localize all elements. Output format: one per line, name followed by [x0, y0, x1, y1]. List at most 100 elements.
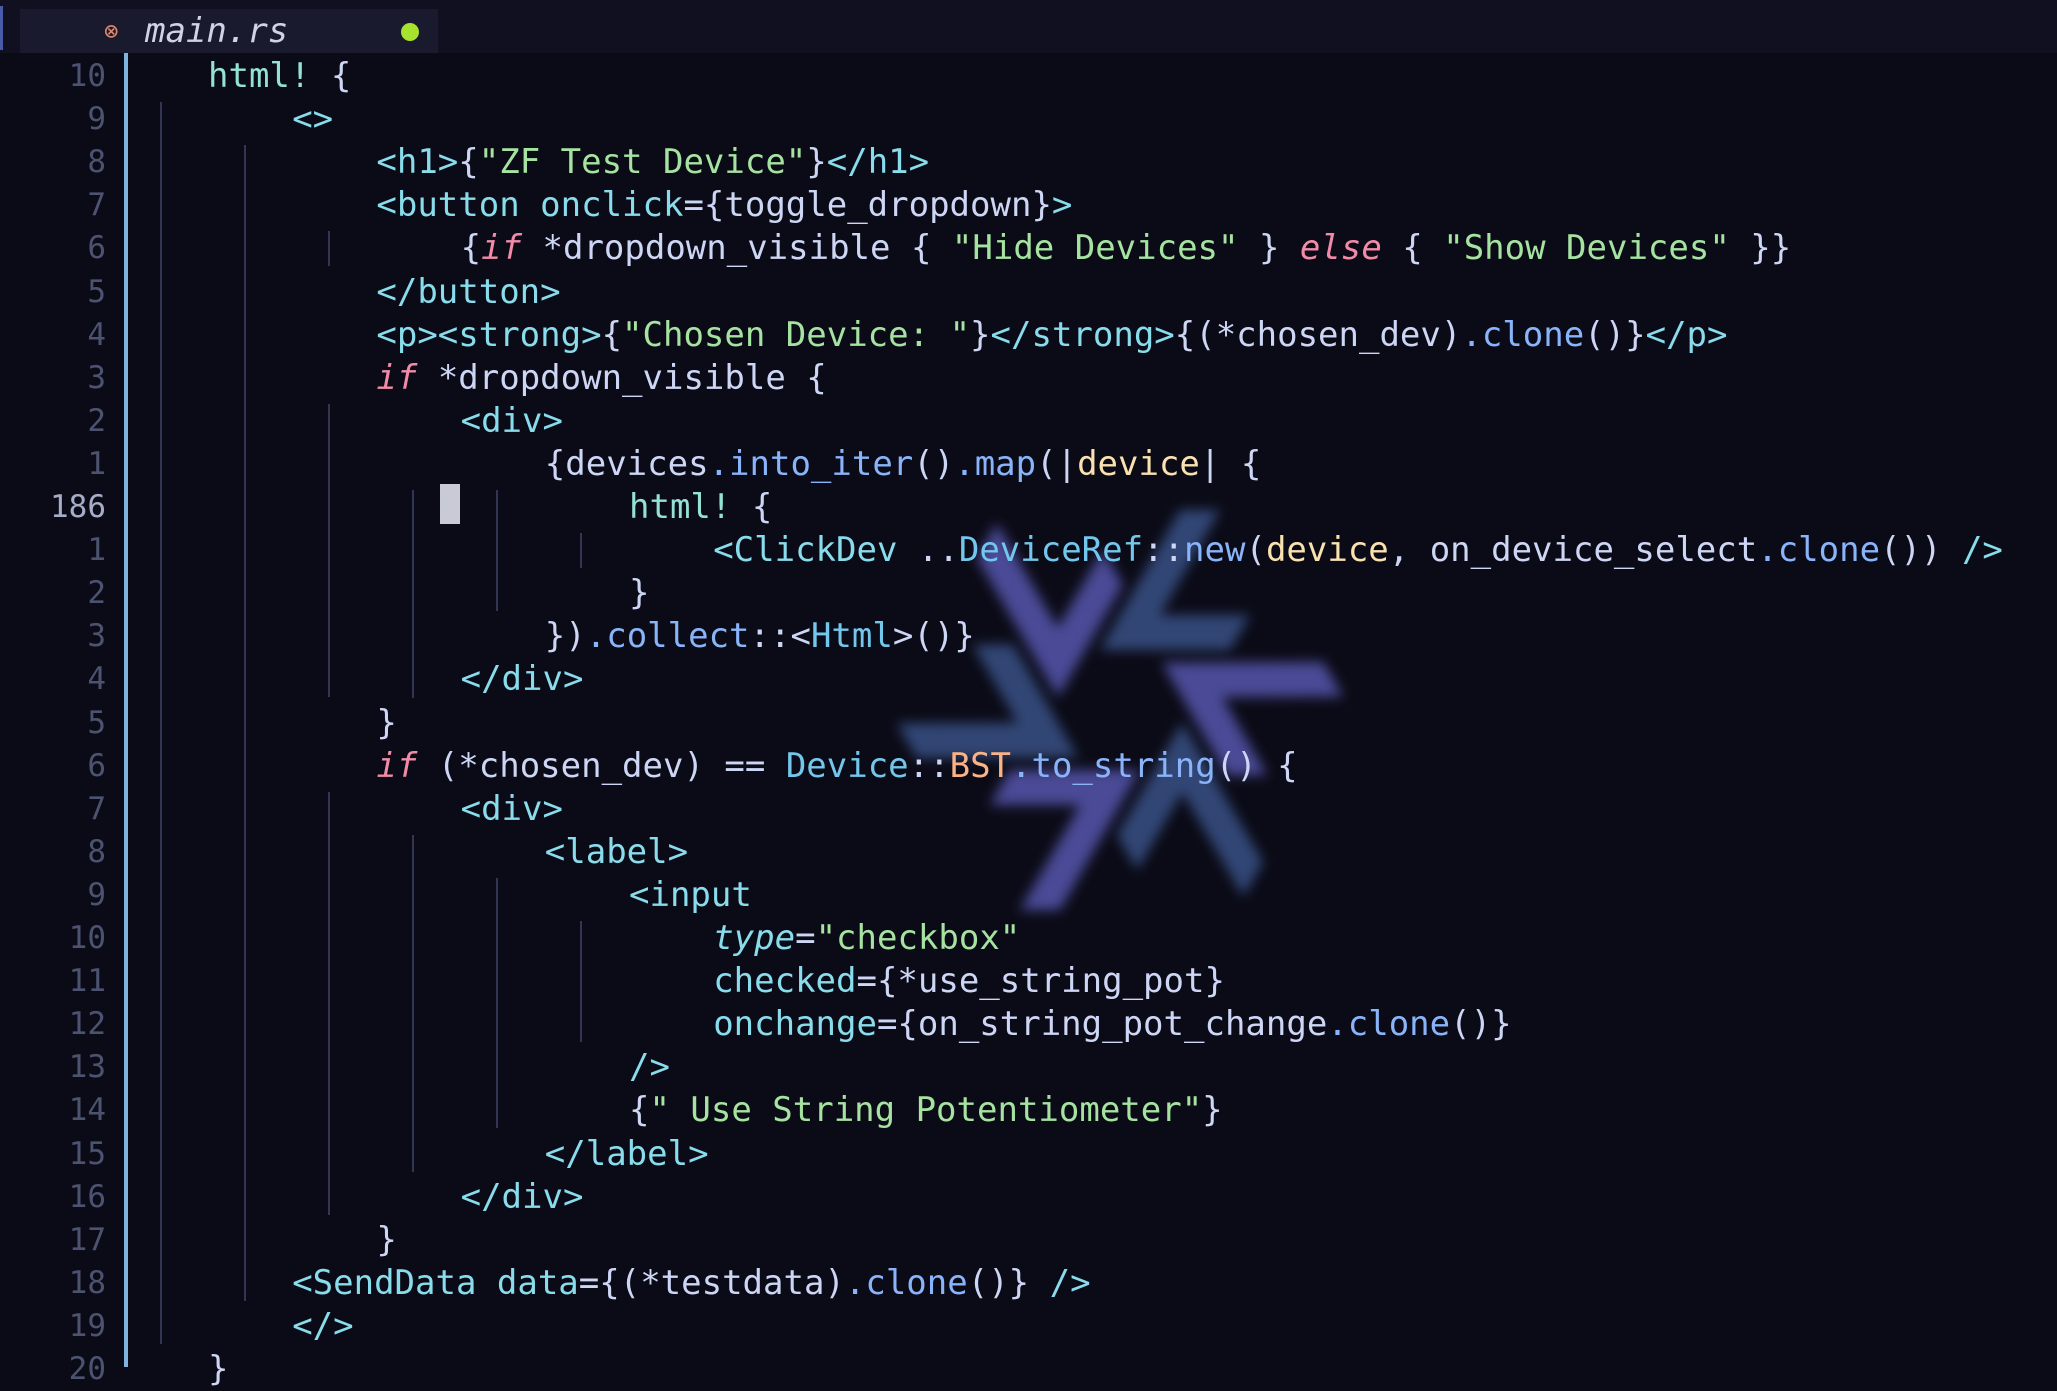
code-token: ={(*testdata) [578, 1262, 845, 1303]
indent-guide [580, 533, 582, 569]
code-line[interactable]: if (*chosen_dev) == Device::BST.to_strin… [376, 745, 1297, 788]
line-number: 12 [68, 1006, 106, 1043]
code-token: /> [1049, 1262, 1091, 1303]
line-number: 19 [68, 1307, 106, 1344]
code-token: </strong> [990, 314, 1175, 355]
code-token: </button> [376, 271, 561, 312]
code-token: } [629, 573, 650, 614]
code-token: (| [1036, 443, 1078, 484]
code-token: /> [629, 1047, 670, 1088]
tab-main-rs[interactable]: ⊗ main.rs [20, 9, 438, 53]
code-line[interactable]: </> [292, 1305, 353, 1348]
modified-indicator [401, 23, 419, 41]
code-token: </> [292, 1305, 354, 1346]
code-token: } [806, 142, 827, 183]
code-line[interactable]: } [629, 572, 649, 615]
code-token: <> [292, 99, 334, 140]
code-line[interactable]: } [208, 1348, 228, 1391]
code-token: </label> [544, 1133, 709, 1174]
code-line[interactable]: <div> [461, 788, 563, 831]
code-line[interactable]: } [376, 702, 396, 745]
code-token: | { [1199, 443, 1262, 484]
line-number: 1 [87, 532, 106, 569]
indent-guide [328, 231, 330, 267]
line-number: 6 [87, 230, 106, 267]
code-token: :: [908, 745, 950, 786]
line-number: 13 [68, 1049, 106, 1086]
code-token: html! [629, 487, 732, 527]
line-number: 3 [87, 359, 106, 396]
line-number: 7 [87, 790, 106, 827]
code-line[interactable]: } [376, 1219, 396, 1262]
code-token: type [713, 918, 796, 958]
code-token: <label> [544, 831, 689, 872]
code-line[interactable]: {" Use String Potentiometer"} [629, 1089, 1223, 1132]
indent-guide [580, 921, 582, 1043]
code-token: = [795, 918, 816, 958]
code-token: () { [1215, 745, 1298, 786]
code-line[interactable]: html! { [208, 55, 351, 98]
code-token: {(*chosen_dev) [1174, 314, 1462, 355]
code-line[interactable]: <button onclick={toggle_dropdown}> [376, 184, 1072, 227]
code-token: if [376, 357, 418, 398]
code-token: data [496, 1262, 579, 1303]
code-line[interactable]: <ClickDev ..DeviceRef::new(device, on_de… [713, 529, 2003, 572]
line-number: 1 [87, 445, 106, 482]
code-token: /> [1961, 530, 2003, 571]
code-line[interactable]: <label> [545, 831, 688, 874]
code-area[interactable]: html! {<> <h1>{"ZF Test Device"}</h1> <but… [126, 53, 2057, 1389]
indent-guide [244, 145, 246, 1301]
line-number: 5 [87, 273, 106, 310]
line-number: 7 [87, 187, 106, 224]
line-number: 20 [68, 1351, 106, 1387]
code-token: { [1381, 228, 1444, 269]
code-line[interactable]: {devices.into_iter().map(|device| { [545, 443, 1262, 486]
code-line[interactable]: <input [629, 874, 752, 917]
code-line[interactable]: /> [629, 1046, 670, 1089]
code-token: ={*use_string_pot} [856, 961, 1225, 1002]
code-line[interactable]: <div> [461, 400, 563, 443]
code-token: }} [1729, 228, 1792, 269]
line-number: 8 [87, 144, 106, 181]
code-token: { [460, 228, 482, 269]
indent-guide [328, 791, 330, 1215]
code-line[interactable]: if *dropdown_visible { [376, 357, 826, 400]
code-token: "ZF Test Device" [478, 142, 807, 183]
code-token: ()} [967, 1262, 1050, 1303]
line-number: 3 [87, 618, 106, 655]
indent-guide [328, 403, 330, 698]
tab-bar: ⊗ main.rs [0, 0, 2057, 53]
code-token: html! [208, 56, 311, 96]
code-token: </p> [1645, 314, 1728, 355]
code-line[interactable]: html! { [629, 486, 772, 529]
code-line[interactable]: {if *dropdown_visible { "Hide Devices" }… [461, 227, 1792, 270]
code-line[interactable]: </div> [461, 658, 584, 701]
code-token: , on_device_select [1388, 530, 1758, 571]
code-editor[interactable]: ⊗ main.rs 10 9 8 7 6 5 4 3 2 1 186 1 2 3 4 5 6 7 8 9 10 11 12 1… [0, 0, 2057, 1389]
code-line[interactable]: <SendData data={(*testdata).clone()} /> [292, 1262, 1090, 1305]
code-token: > [1051, 185, 1073, 226]
code-line[interactable]: }).collect::<Html>()} [545, 615, 975, 658]
code-line[interactable]: <h1>{"ZF Test Device"}</h1> [376, 141, 929, 184]
code-token: DeviceRef [958, 530, 1144, 571]
code-token: { [458, 142, 479, 183]
code-line[interactable]: </button> [376, 271, 560, 314]
line-number-gutter: 10 9 8 7 6 5 4 3 2 1 186 1 2 3 4 5 6 7 8 9 10 11 12 13 14 15 16 17 1… [0, 53, 126, 1387]
indent-guide [496, 877, 498, 1129]
code-token: (*chosen_dev) == [417, 745, 786, 786]
code-line[interactable]: <p><strong>{"Chosen Device: "}</strong>{… [376, 314, 1727, 357]
code-token: } [970, 314, 991, 355]
code-token: "Show Devices" [1443, 228, 1730, 269]
code-token: () [913, 443, 955, 484]
line-number: 2 [87, 402, 106, 439]
code-token: } [1238, 228, 1300, 269]
code-token: ( [1245, 530, 1266, 571]
code-token: </div> [460, 1176, 584, 1217]
code-line[interactable]: </div> [461, 1176, 584, 1219]
code-line[interactable]: checked={*use_string_pot} [713, 960, 1225, 1003]
code-line[interactable]: <> [292, 98, 333, 141]
code-line[interactable]: </label> [545, 1133, 709, 1176]
line-number: 10 [68, 58, 106, 94]
code-line[interactable]: type="checkbox" [713, 917, 1020, 960]
code-line[interactable]: onchange={on_string_pot_change.clone()} [713, 1003, 1511, 1046]
